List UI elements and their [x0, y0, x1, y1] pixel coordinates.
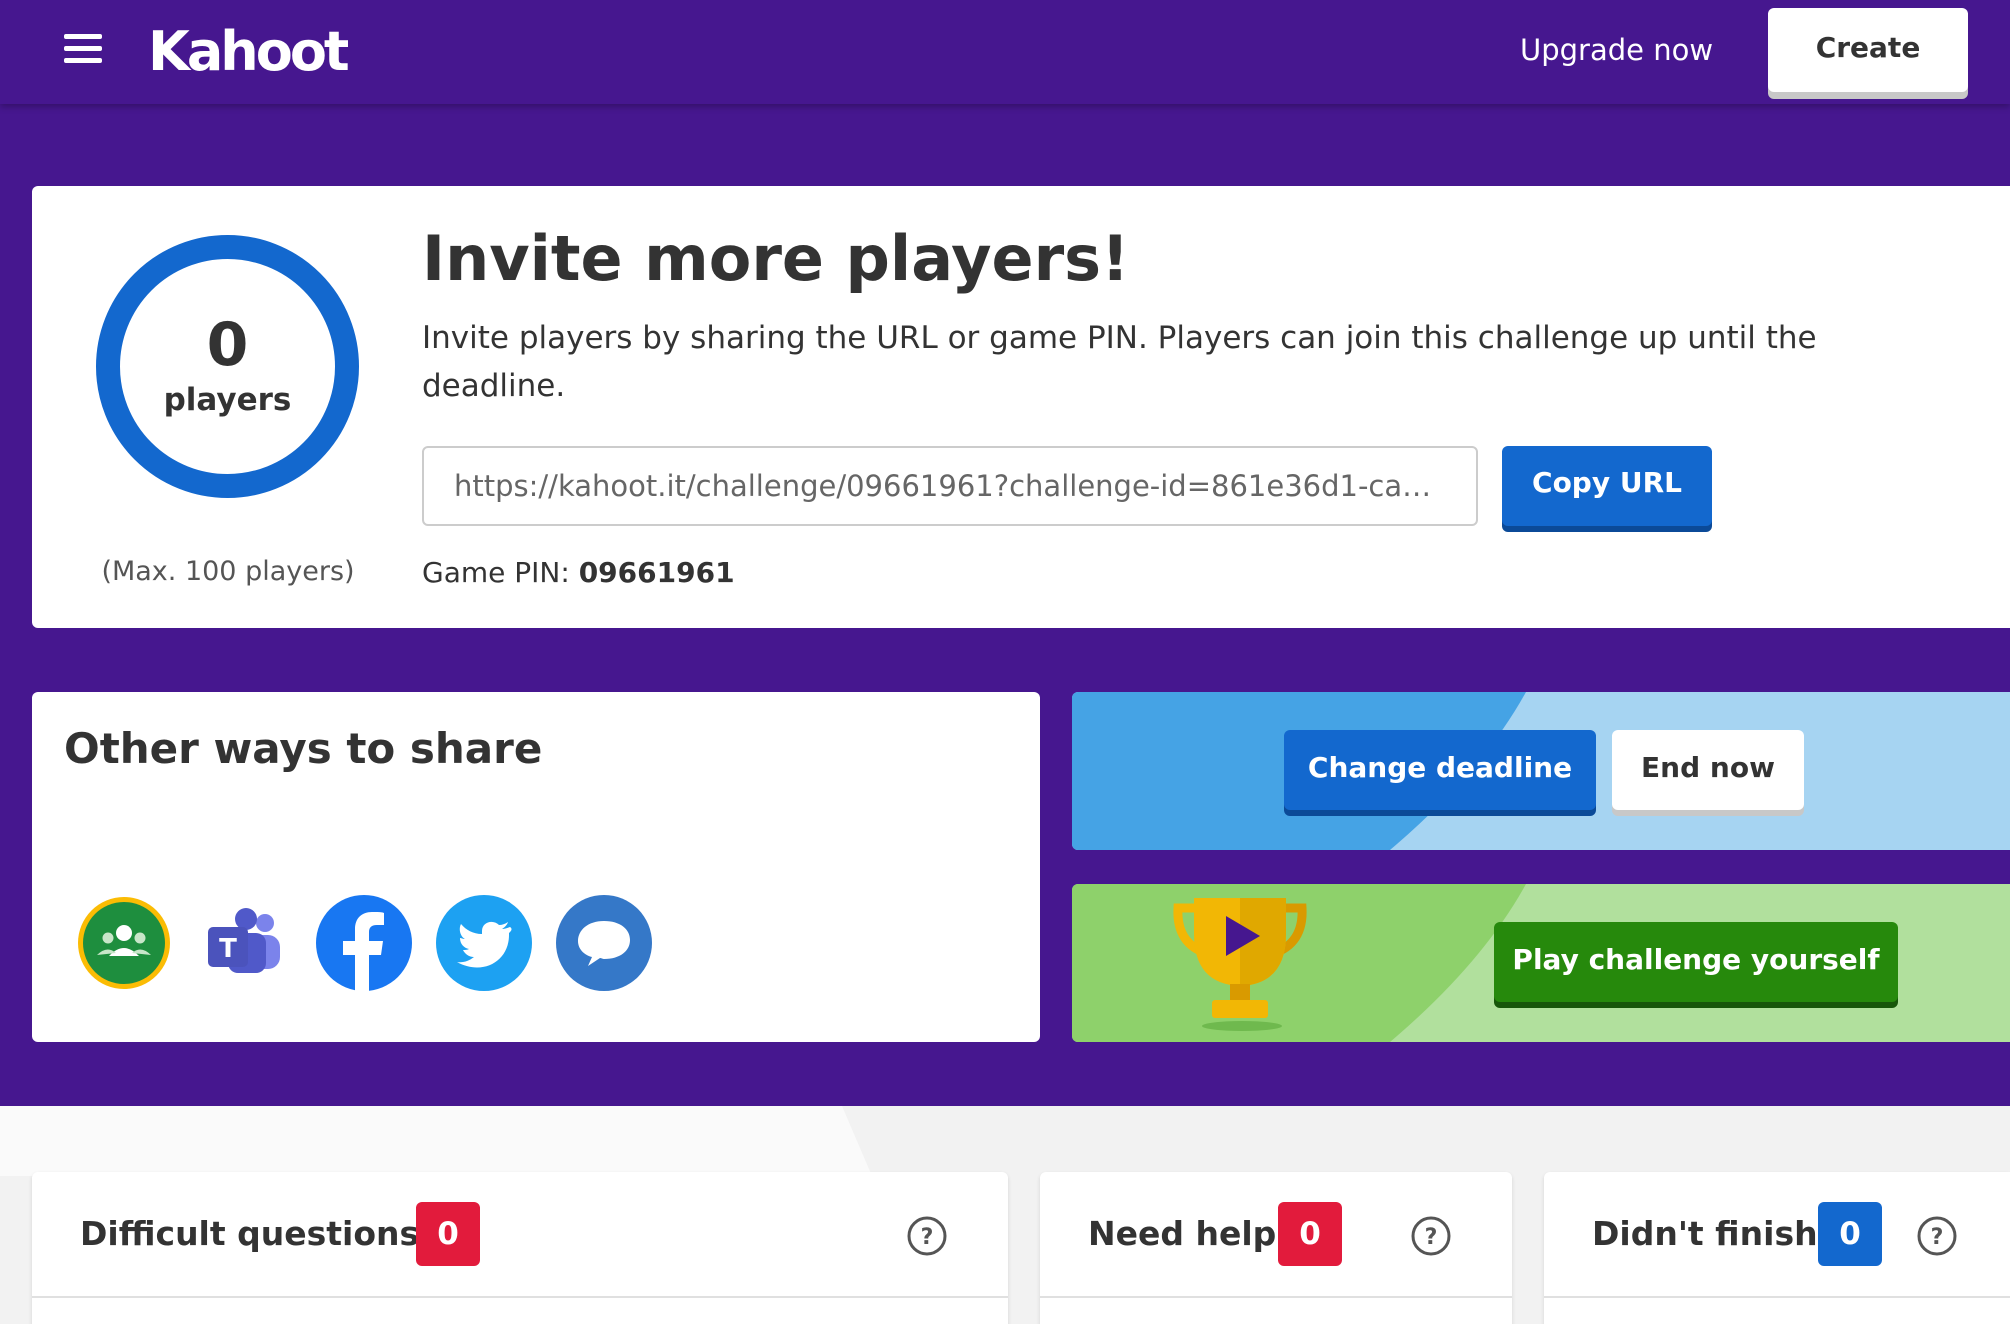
invite-title: Invite more players! [422, 222, 1130, 295]
hamburger-menu-icon[interactable] [64, 34, 102, 64]
game-pin-value: 09661961 [578, 556, 735, 589]
invite-description: Invite players by sharing the URL or gam… [422, 320, 1817, 404]
svg-text:?: ? [1931, 1225, 1944, 1250]
play-challenge-button[interactable]: Play challenge yourself [1494, 922, 1898, 1002]
top-navigation-bar: Kahoot! Upgrade now Create [0, 0, 2010, 104]
max-players-note: (Max. 100 players) [101, 556, 355, 587]
create-button[interactable]: Create [1768, 8, 1968, 92]
player-count: 0 [206, 310, 249, 380]
game-pin-label: Game PIN: [422, 556, 579, 589]
help-icon[interactable]: ? [1410, 1215, 1452, 1257]
game-pin: Game PIN: 09661961 [422, 556, 735, 589]
help-icon[interactable]: ? [1916, 1215, 1958, 1257]
didnt-finish-label: Didn't finish [1592, 1214, 1818, 1253]
card-divider [1040, 1296, 1512, 1298]
didnt-finish-count-badge: 0 [1818, 1202, 1882, 1266]
card-divider [32, 1296, 1008, 1298]
kahoot-logo[interactable]: Kahoot! [148, 14, 348, 86]
facebook-icon[interactable] [316, 895, 412, 991]
player-count-label: players [163, 382, 292, 418]
microsoft-teams-icon[interactable]: T [196, 895, 292, 991]
remind-icon[interactable] [556, 895, 652, 991]
end-now-button[interactable]: End now [1612, 730, 1804, 810]
help-icon[interactable]: ? [906, 1215, 948, 1257]
twitter-icon[interactable] [436, 895, 532, 991]
difficult-questions-count-badge: 0 [416, 1202, 480, 1266]
trophy-play-icon [1173, 898, 1307, 1031]
upgrade-now-link[interactable]: Upgrade now [1520, 30, 1713, 70]
google-classroom-icon[interactable] [76, 895, 172, 991]
need-help-label: Need help [1088, 1214, 1277, 1253]
copy-url-button[interactable]: Copy URL [1502, 446, 1712, 526]
share-title: Other ways to share [64, 724, 543, 773]
card-divider [1544, 1296, 2010, 1298]
challenge-url-field[interactable]: https://kahoot.it/challenge/09661961?cha… [422, 446, 1478, 526]
difficult-questions-label: Difficult questions [80, 1214, 420, 1253]
svg-text:T: T [219, 934, 237, 964]
svg-text:?: ? [1425, 1225, 1438, 1250]
logo-text: Kahoot! [148, 20, 348, 83]
change-deadline-button[interactable]: Change deadline [1284, 730, 1596, 810]
need-help-count-badge: 0 [1278, 1202, 1342, 1266]
svg-text:?: ? [921, 1225, 934, 1250]
